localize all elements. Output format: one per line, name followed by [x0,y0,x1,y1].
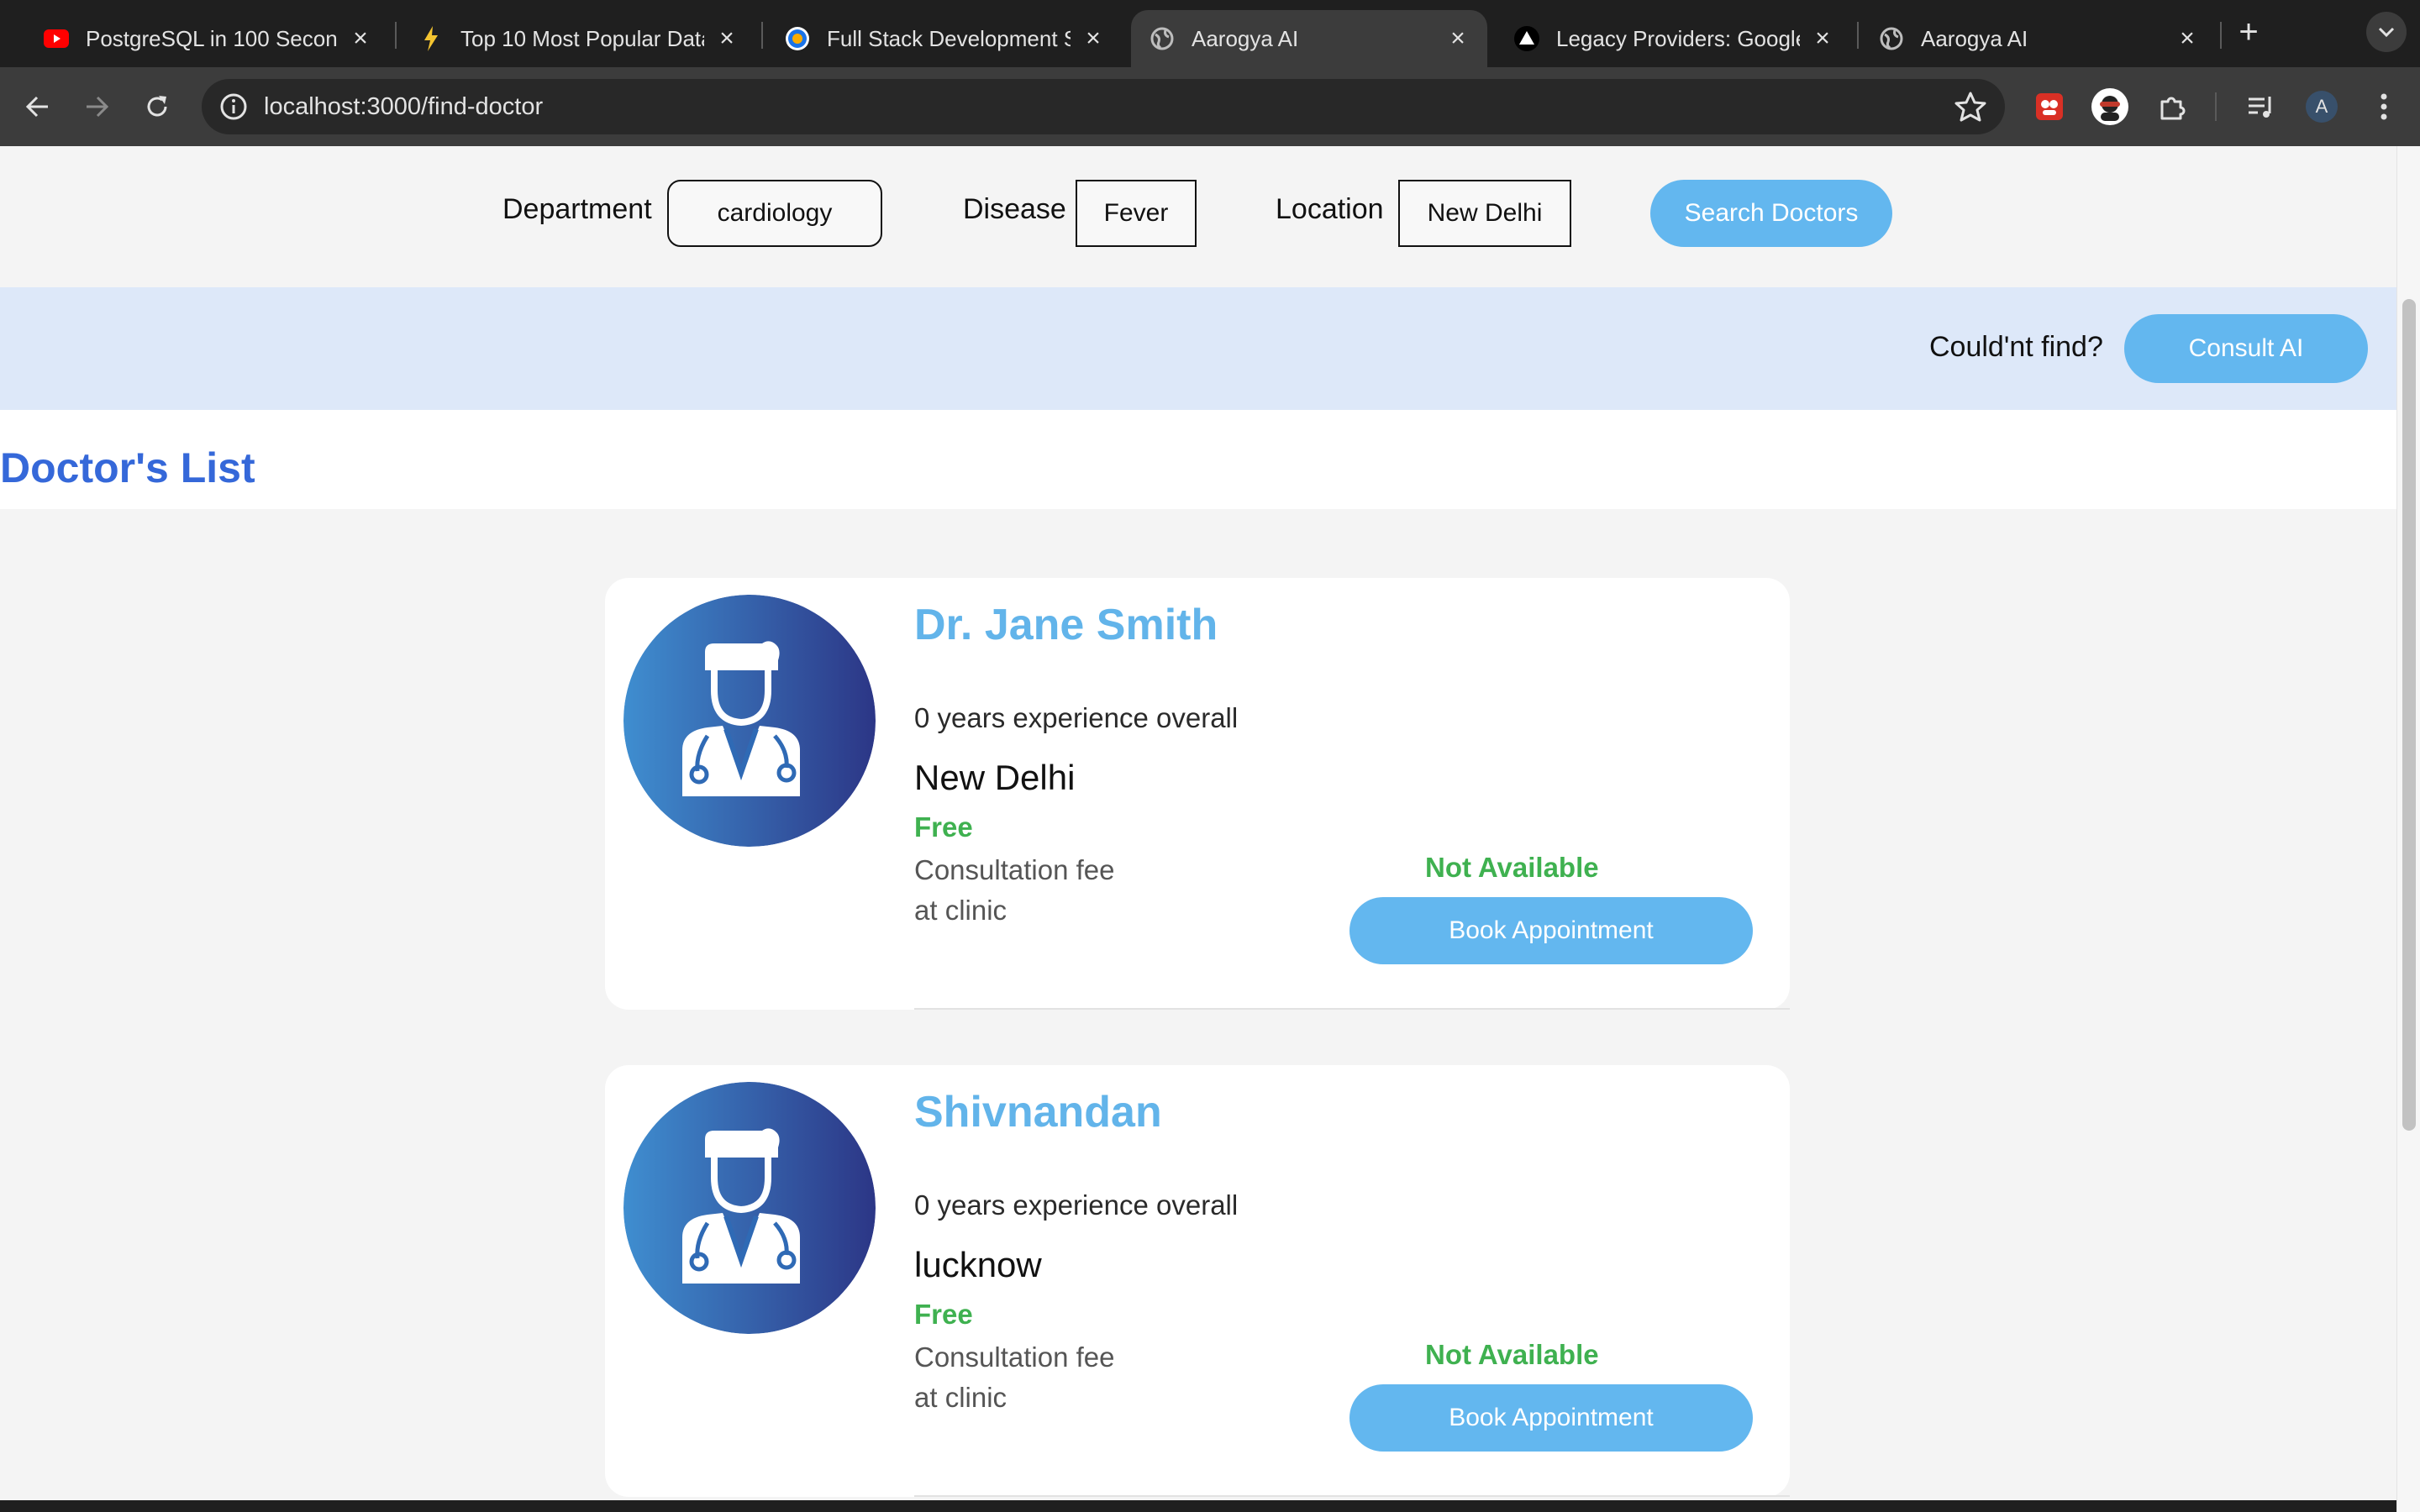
tab-title: Full Stack Development S [827,25,1071,51]
fee-description-line: Consultation fee [914,854,1115,885]
doctor-location: lucknow [914,1245,1042,1284]
kebab-menu-icon[interactable] [2363,86,2405,128]
department-label: Department [502,193,652,225]
back-arrow-icon[interactable] [17,86,59,128]
close-icon[interactable]: × [1810,24,1835,53]
consult-ai-banner: Could'nt find? Consult AI [0,287,2396,410]
page-footer-edge [0,1500,2396,1512]
location-label: Location [1276,193,1384,225]
availability-status: Not Available [1425,1339,1599,1370]
tab-legacy-providers[interactable]: Legacy Providers: Google × [1496,10,1852,67]
tab-separator [2220,22,2222,49]
availability-status: Not Available [1425,852,1599,883]
doctor-card: Dr. Jane Smith 0 years experience overal… [605,578,1790,1010]
book-appointment-button[interactable]: Book Appointment [1349,897,1753,964]
page-scrollbar[interactable] [2396,146,2420,1512]
search-doctors-button[interactable]: Search Doctors [1650,180,1892,247]
globe-badge-icon [785,26,810,51]
fee-description-line: Consultation fee [914,1341,1115,1373]
media-queue-icon[interactable] [2240,86,2282,128]
extension-red-icon[interactable] [2028,86,2070,128]
new-tab-plus-icon[interactable]: + [2230,13,2267,50]
doctor-search-form: Department cardiology Disease Fever Loca… [0,146,2396,287]
consultation-fee: Free [914,1299,973,1330]
consult-ai-button[interactable]: Consult AI [2124,314,2368,383]
doctor-list-header: Doctor's List [0,410,2396,509]
youtube-icon [44,26,69,51]
forward-arrow-icon[interactable] [76,86,118,128]
url-text[interactable]: localhost:3000/find-doctor [264,79,543,134]
lightning-icon [418,26,444,51]
extension-avatar-icon[interactable] [2089,86,2131,128]
doctor-avatar-icon [623,1082,876,1334]
tab-title: Legacy Providers: Google [1556,25,1800,51]
site-info-icon[interactable] [213,87,254,127]
card-divider [914,1495,1790,1497]
globe-icon [1879,26,1904,51]
fee-description-line: at clinic [914,895,1007,926]
disease-label: Disease [963,193,1066,225]
close-icon[interactable]: × [714,24,739,53]
page-title: Doctor's List [0,444,255,491]
consultation-fee: Free [914,811,973,843]
tab-separator [761,22,763,49]
profile-avatar[interactable]: A [2301,86,2343,128]
page-content: Department cardiology Disease Fever Loca… [0,146,2396,1512]
browser-tab-strip: PostgreSQL in 100 Seconds × Top 10 Most … [0,0,2420,67]
tab-title: Aarogya AI [1921,25,2028,51]
tab-title: Top 10 Most Popular Databases [460,25,704,51]
close-icon[interactable]: × [2175,24,2200,53]
triangle-icon [1514,26,1539,51]
doctor-name[interactable]: Dr. Jane Smith [914,600,1218,650]
disease-input[interactable]: Fever [1076,180,1197,247]
consult-prompt: Could'nt find? [1929,331,2103,363]
fee-description: Consultation fee at clinic [914,1337,1166,1418]
tab-fullstack[interactable]: Full Stack Development S × [766,10,1123,67]
tab-search-chevron-icon[interactable] [2366,12,2407,52]
tab-separator [395,22,397,49]
tab-postgresql[interactable]: PostgreSQL in 100 Seconds × [25,10,390,67]
doctor-avatar-icon [623,595,876,847]
tab-title: Aarogya AI [1192,25,1299,51]
card-divider [914,1008,1790,1010]
tab-aarogya-active[interactable]: Aarogya AI × [1131,10,1487,67]
globe-icon [1150,26,1175,51]
close-icon[interactable]: × [1445,24,1470,53]
fee-description-line: at clinic [914,1382,1007,1413]
reload-icon[interactable] [136,86,178,128]
extensions-puzzle-icon[interactable] [2151,86,2193,128]
doctor-name[interactable]: Shivnandan [914,1087,1162,1137]
book-appointment-button[interactable]: Book Appointment [1349,1384,1753,1452]
close-icon[interactable]: × [1081,24,1106,53]
fee-description: Consultation fee at clinic [914,850,1166,931]
tab-separator [1857,22,1859,49]
scrollbar-thumb[interactable] [2402,299,2416,1131]
doctor-card: Shivnandan 0 years experience overall lu… [605,1065,1790,1497]
doctor-experience: 0 years experience overall [914,702,1239,733]
location-input[interactable]: New Delhi [1398,180,1571,247]
address-bar[interactable]: localhost:3000/find-doctor [202,79,2005,134]
tab-title: PostgreSQL in 100 Seconds [86,25,338,51]
department-select[interactable]: cardiology [667,180,882,247]
close-icon[interactable]: × [348,24,373,53]
bookmark-star-icon[interactable] [1954,91,1986,123]
browser-toolbar: localhost:3000/find-doctor A [0,67,2420,146]
tab-aarogya[interactable]: Aarogya AI × [1860,10,2217,67]
tab-databases[interactable]: Top 10 Most Popular Databases × [400,10,756,67]
doctor-location: New Delhi [914,758,1076,797]
toolbar-separator [2215,92,2217,121]
profile-initial: A [2315,96,2328,117]
doctor-experience: 0 years experience overall [914,1189,1239,1221]
